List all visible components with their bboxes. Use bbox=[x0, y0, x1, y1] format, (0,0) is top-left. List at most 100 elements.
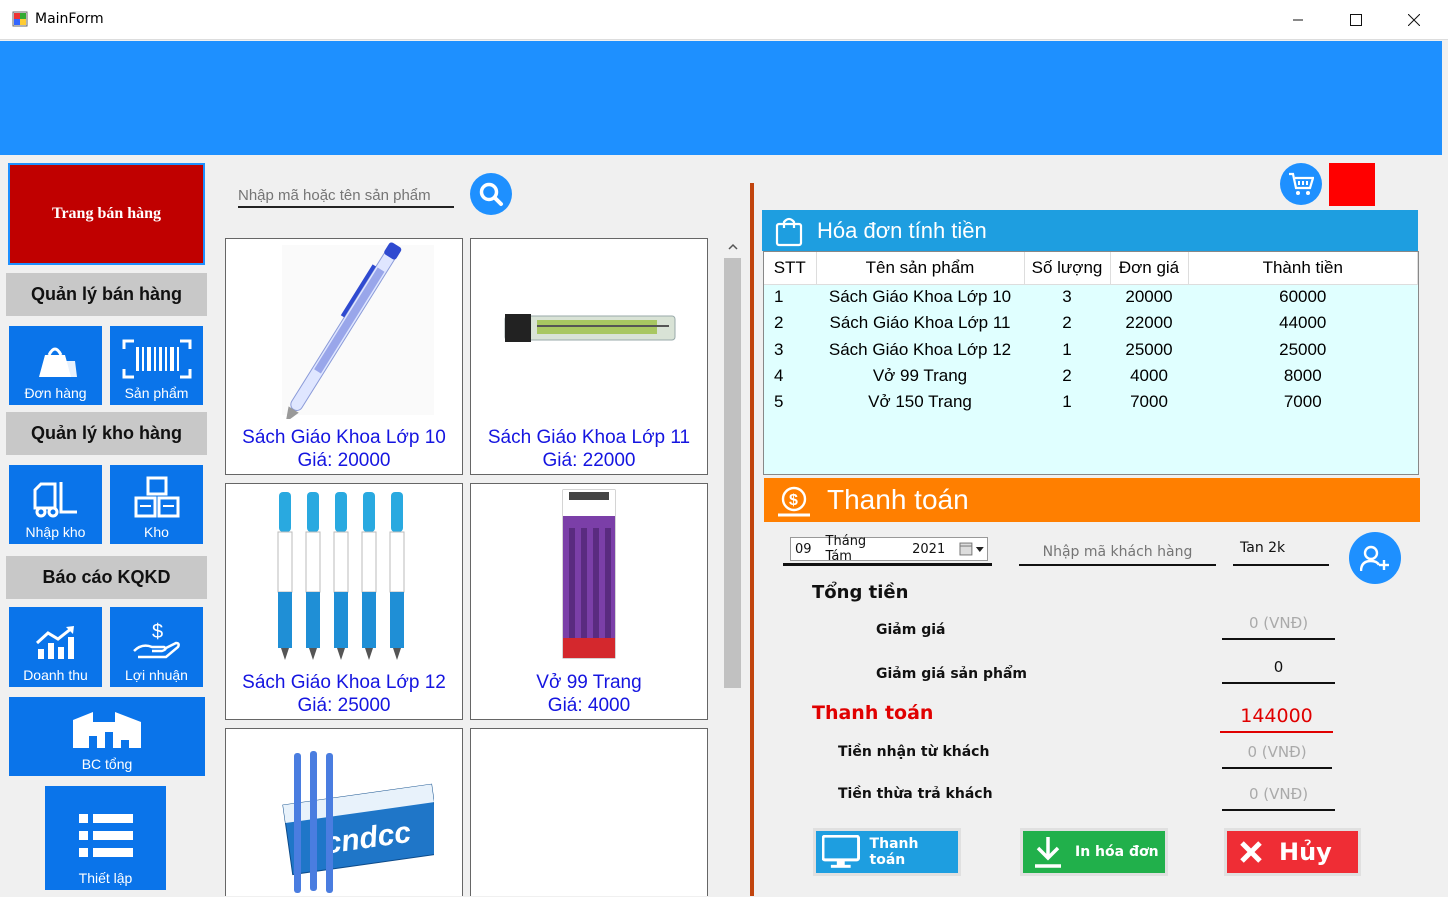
barcode-icon bbox=[122, 339, 191, 379]
product-image bbox=[226, 484, 462, 664]
product-image bbox=[471, 484, 707, 664]
cell-stt: 2 bbox=[774, 313, 784, 333]
title-bar bbox=[0, 0, 1448, 40]
nav-products-button[interactable]: Sản phẩm bbox=[110, 326, 203, 405]
download-icon bbox=[1035, 837, 1061, 868]
list-icon bbox=[78, 814, 133, 857]
cell-qty: 3 bbox=[1062, 287, 1072, 307]
search-icon bbox=[479, 182, 503, 206]
invoice-header-row: STT Tên sản phẩm Số lượng Đơn giá Thành … bbox=[764, 252, 1418, 285]
date-picker[interactable]: 09 Tháng Tám 2021 bbox=[790, 534, 988, 564]
date-year: 2021 bbox=[912, 541, 946, 557]
cell-qty: 1 bbox=[1062, 392, 1072, 412]
table-row[interactable]: 2 Sách Giáo Khoa Lớp 11 2 22000 44000 bbox=[764, 310, 1418, 336]
cell-price: 7000 bbox=[1130, 392, 1168, 412]
chevron-up-icon bbox=[727, 243, 738, 250]
calendar-dropdown-icon bbox=[959, 542, 985, 556]
product-name: Sách Giáo Khoa Lớp 11 bbox=[487, 427, 691, 448]
pens-set-image bbox=[277, 492, 405, 660]
product-card[interactable]: Sách Giáo Khoa Lớp 11 Giá: 22000 bbox=[470, 238, 708, 475]
cell-price: 20000 bbox=[1125, 287, 1173, 307]
table-row[interactable]: 4 Vở 99 Trang 2 4000 8000 bbox=[764, 363, 1418, 389]
col-header-total[interactable]: Thành tiền bbox=[1188, 252, 1418, 285]
product-card[interactable]: Vở 99 Trang Giá: 4000 bbox=[470, 483, 708, 720]
pay-button-label: Thanh toán bbox=[869, 836, 919, 868]
pay-button[interactable]: Thanh toán bbox=[813, 828, 961, 876]
change-field[interactable]: 0 (VNĐ) bbox=[1222, 785, 1335, 811]
money-bag-icon: $ bbox=[778, 486, 810, 517]
nav-stock-button[interactable]: Kho bbox=[110, 465, 203, 544]
invoice-table[interactable]: STT Tên sản phẩm Số lượng Đơn giá Thành … bbox=[763, 251, 1419, 475]
product-price: Giá: 20000 bbox=[297, 450, 391, 471]
date-day: 09 bbox=[795, 541, 812, 557]
table-row[interactable]: 3 Sách Giáo Khoa Lớp 12 1 25000 25000 bbox=[764, 337, 1418, 363]
cell-name: Sách Giáo Khoa Lớp 12 bbox=[828, 339, 1012, 359]
nav-profit-label: Lợi nhuận bbox=[125, 667, 188, 683]
nav-settings-button[interactable]: Thiết lập bbox=[45, 786, 166, 890]
scroll-up-button[interactable] bbox=[722, 236, 743, 256]
scrollbar-thumb[interactable] bbox=[724, 258, 741, 688]
table-row[interactable]: 5 Vở 150 Trang 1 7000 7000 bbox=[764, 389, 1418, 415]
growth-chart-icon bbox=[35, 626, 74, 659]
cancel-button[interactable]: Hủy bbox=[1224, 828, 1361, 876]
shopping-bags-icon bbox=[38, 347, 77, 377]
customer-name-field[interactable]: Tan 2k bbox=[1233, 540, 1329, 566]
product-price: Giá: 22000 bbox=[542, 450, 636, 471]
col-header-price[interactable]: Đơn giá bbox=[1110, 252, 1189, 285]
notebook-pack-image bbox=[562, 489, 616, 659]
col-header-name[interactable]: Tên sản phẩm bbox=[816, 252, 1025, 285]
print-invoice-button[interactable]: In hóa đơn bbox=[1020, 828, 1168, 876]
received-field[interactable]: 0 (VNĐ) bbox=[1222, 743, 1332, 769]
cell-stt: 1 bbox=[774, 287, 784, 307]
nav-orders-button[interactable]: Đơn hàng bbox=[9, 326, 102, 405]
col-header-stt[interactable]: STT bbox=[764, 252, 817, 285]
nav-home-button[interactable]: Trang bán hàng bbox=[8, 163, 205, 265]
product-image bbox=[226, 239, 462, 419]
cell-total: 7000 bbox=[1283, 392, 1322, 412]
pay-amount-label: Thanh toán bbox=[812, 702, 934, 724]
product-card[interactable]: cndcc bbox=[225, 728, 463, 896]
nav-import-label: Nhập kho bbox=[25, 524, 86, 540]
nav-import-button[interactable]: Nhập kho bbox=[9, 465, 102, 544]
header-banner bbox=[0, 41, 1442, 155]
product-image: cndcc bbox=[226, 747, 462, 897]
cell-total: 60000 bbox=[1279, 287, 1327, 307]
cell-price: 4000 bbox=[1130, 366, 1168, 386]
total-label: Tổng tiền bbox=[812, 582, 909, 603]
maximize-button[interactable] bbox=[1327, 0, 1385, 40]
nav-revenue-button[interactable]: Doanh thu bbox=[9, 607, 102, 687]
pay-amount-value: 144000 bbox=[1220, 705, 1333, 733]
red-indicator-box[interactable] bbox=[1329, 163, 1375, 206]
cell-qty: 2 bbox=[1062, 313, 1072, 333]
cell-qty: 1 bbox=[1062, 339, 1072, 359]
product-search-input[interactable] bbox=[238, 178, 454, 208]
cell-name: Sách Giáo Khoa Lớp 10 bbox=[828, 287, 1012, 307]
discount-field[interactable]: 0 (VNĐ) bbox=[1222, 614, 1335, 640]
cell-total: 25000 bbox=[1279, 339, 1327, 359]
product-discount-field[interactable]: 0 bbox=[1222, 658, 1335, 684]
customer-code-input[interactable] bbox=[1019, 540, 1216, 566]
payment-title: Thanh toán bbox=[827, 484, 969, 515]
nav-profit-button[interactable]: $ Lợi nhuận bbox=[110, 607, 203, 687]
nav-orders-label: Đơn hàng bbox=[24, 385, 87, 401]
minimize-icon bbox=[1293, 19, 1303, 21]
invoice-title: Hóa đơn tính tiền bbox=[817, 217, 987, 243]
col-header-qty[interactable]: Số lượng bbox=[1024, 252, 1111, 285]
product-card-empty[interactable] bbox=[470, 728, 708, 896]
search-button[interactable] bbox=[470, 173, 512, 215]
nav-settings-label: Thiết lập bbox=[78, 870, 133, 886]
add-customer-button[interactable] bbox=[1349, 532, 1401, 584]
nav-summary-button[interactable]: BC tổng bbox=[9, 697, 205, 776]
product-name: Sách Giáo Khoa Lớp 12 bbox=[242, 672, 446, 693]
product-card[interactable]: Sách Giáo Khoa Lớp 12 Giá: 25000 bbox=[225, 483, 463, 720]
cell-total: 8000 bbox=[1283, 366, 1322, 386]
table-row[interactable]: 1 Sách Giáo Khoa Lớp 10 3 20000 60000 bbox=[764, 284, 1418, 310]
cell-total: 44000 bbox=[1279, 313, 1327, 333]
cart-button[interactable] bbox=[1280, 163, 1322, 205]
close-button[interactable] bbox=[1385, 0, 1443, 40]
cart-icon bbox=[1289, 172, 1314, 195]
payment-header: Thanh toán bbox=[764, 478, 1420, 522]
minimize-button[interactable] bbox=[1269, 0, 1327, 40]
product-card[interactable]: Sách Giáo Khoa Lớp 10 Giá: 20000 bbox=[225, 238, 463, 475]
nav-products-label: Sản phẩm bbox=[124, 385, 189, 401]
